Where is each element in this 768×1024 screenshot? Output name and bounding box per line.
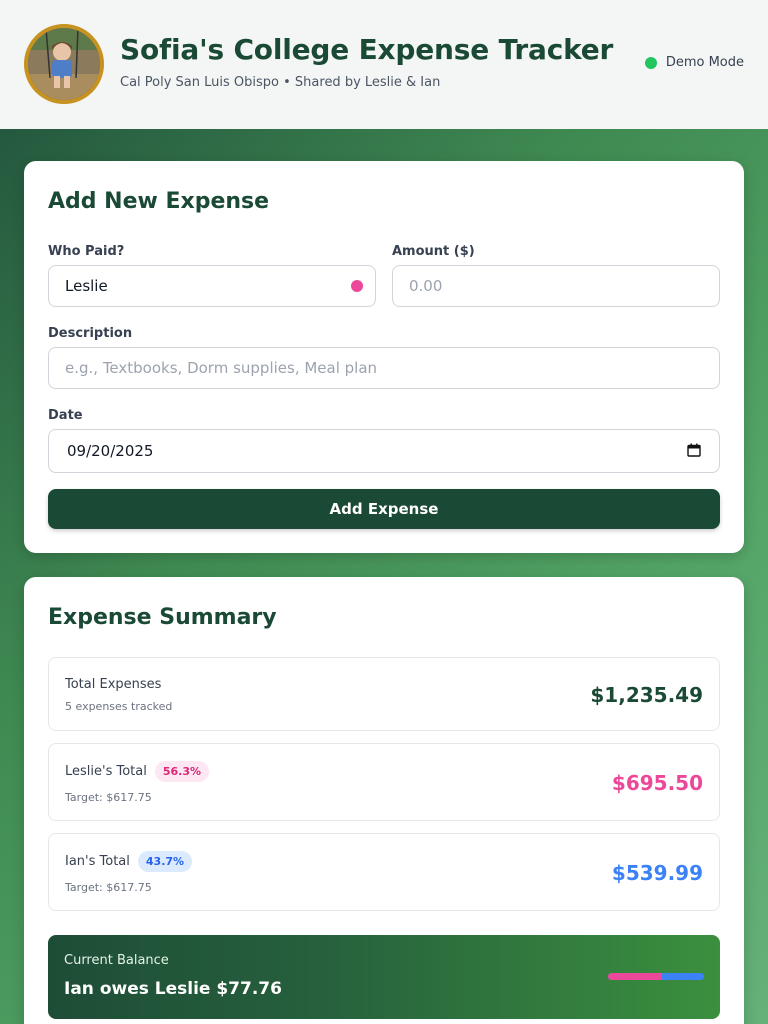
- calendar-icon[interactable]: [687, 443, 701, 457]
- balance-split-bar: [608, 973, 704, 980]
- current-balance-value: Ian owes Leslie $77.76: [64, 979, 282, 999]
- demo-mode-label: Demo Mode: [665, 55, 744, 70]
- app-header: Sofia's College Expense Tracker Cal Poly…: [0, 0, 768, 129]
- ian-percent-badge: 43.7%: [137, 851, 193, 872]
- amount-input[interactable]: 0.00: [392, 265, 720, 307]
- total-expenses-label: Total Expenses: [65, 677, 162, 692]
- description-placeholder: e.g., Textbooks, Dorm supplies, Meal pla…: [65, 359, 378, 377]
- current-balance-label: Current Balance: [64, 953, 169, 968]
- total-expenses-row: Total Expenses 5 expenses tracked $1,235…: [48, 657, 720, 731]
- date-input[interactable]: 09/20/2025: [48, 429, 720, 473]
- expense-summary-heading: Expense Summary: [48, 605, 277, 630]
- leslie-total-label: Leslie's Total: [65, 764, 147, 779]
- description-label: Description: [48, 326, 133, 341]
- amount-placeholder: 0.00: [409, 277, 443, 295]
- add-expense-card: Add New Expense Who Paid? Leslie Amount …: [24, 161, 744, 553]
- ian-total-row: Ian's Total 43.7% Target: $617.75 $539.9…: [48, 833, 720, 911]
- ian-total-name: Ian's Total 43.7%: [65, 851, 193, 872]
- amount-label: Amount ($): [392, 244, 475, 259]
- who-paid-label: Who Paid?: [48, 244, 125, 259]
- date-value: 09/20/2025: [67, 442, 154, 460]
- date-label: Date: [48, 408, 83, 423]
- leslie-share-fill: [608, 973, 663, 980]
- leslie-total-name: Leslie's Total 56.3%: [65, 761, 210, 782]
- expense-summary-card: Expense Summary Total Expenses 5 expense…: [24, 577, 744, 1024]
- leslie-total-amount: $695.50: [611, 771, 703, 795]
- payer-color-dot-icon: [351, 280, 363, 292]
- add-expense-button[interactable]: Add Expense: [48, 489, 720, 529]
- leslie-percent-badge: 56.3%: [154, 761, 210, 782]
- demo-mode-indicator: Demo Mode: [644, 55, 744, 70]
- who-paid-value: Leslie: [65, 277, 108, 295]
- page-subtitle: Cal Poly San Luis Obispo • Shared by Les…: [120, 75, 441, 90]
- ian-target: Target: $617.75: [65, 881, 152, 894]
- ian-total-amount: $539.99: [611, 861, 703, 885]
- who-paid-select[interactable]: Leslie: [48, 265, 376, 307]
- current-balance-panel: Current Balance Ian owes Leslie $77.76: [48, 935, 720, 1019]
- avatar-photo-icon: [28, 28, 100, 100]
- avatar: [24, 24, 104, 104]
- ian-total-label: Ian's Total: [65, 854, 130, 869]
- add-expense-heading: Add New Expense: [48, 189, 270, 214]
- page-title: Sofia's College Expense Tracker: [120, 33, 614, 66]
- description-input[interactable]: e.g., Textbooks, Dorm supplies, Meal pla…: [48, 347, 720, 389]
- expenses-tracked-count: 5 expenses tracked: [65, 700, 173, 713]
- leslie-total-row: Leslie's Total 56.3% Target: $617.75 $69…: [48, 743, 720, 821]
- status-dot-icon: [644, 56, 657, 69]
- leslie-target: Target: $617.75: [65, 791, 152, 804]
- total-expenses-amount: $1,235.49: [590, 683, 703, 707]
